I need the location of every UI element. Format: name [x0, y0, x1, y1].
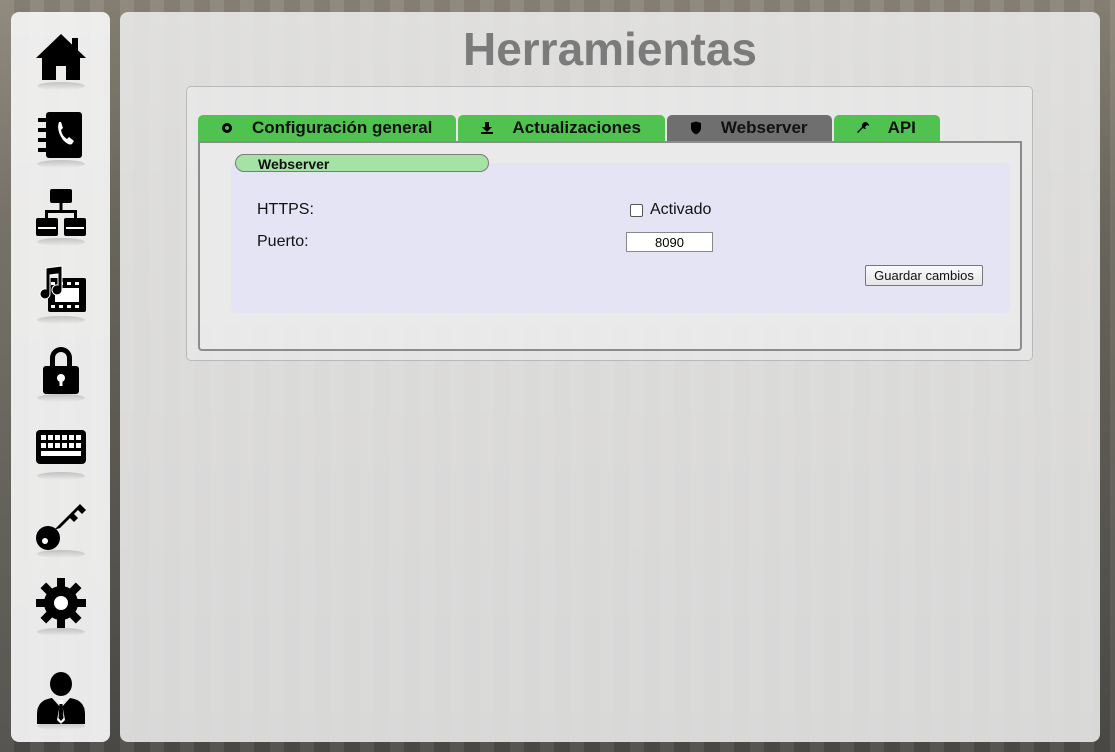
webserver-panel: HTTPS: Activado Puerto: Guardar cambios … — [198, 141, 1022, 351]
shield-icon — [689, 121, 703, 135]
multimedia-icon — [39, 265, 86, 312]
tab-configuracion-general[interactable]: Configuración general — [198, 115, 457, 141]
key-icon — [35, 504, 86, 550]
tab-actualizaciones[interactable]: Actualizaciones — [458, 115, 665, 141]
webserver-section: HTTPS: Activado Puerto: Guardar cambios — [231, 163, 1010, 313]
sidebar-item-security[interactable] — [11, 334, 110, 404]
section-title: Webserver — [235, 154, 489, 172]
tab-label: Actualizaciones — [512, 118, 641, 137]
download-icon — [480, 121, 494, 135]
tab-label: API — [887, 118, 916, 137]
tab-bar: Configuración general Actualizaciones We… — [198, 115, 940, 141]
port-label: Puerto: — [257, 233, 309, 250]
https-checkbox[interactable] — [630, 203, 643, 217]
tab-webserver[interactable]: Webserver — [666, 115, 832, 141]
home-icon — [35, 34, 86, 80]
tab-api[interactable]: API — [833, 115, 940, 141]
page-title: Herramientas — [462, 23, 758, 75]
lock-icon — [42, 347, 79, 394]
gear-small-icon — [220, 121, 234, 135]
https-label: HTTPS: — [257, 201, 314, 218]
network-icon — [35, 189, 86, 236]
sidebar-item-network[interactable] — [11, 178, 110, 248]
save-button[interactable]: Guardar cambios — [865, 265, 983, 286]
tools-card: Configuración general Actualizaciones We… — [186, 86, 1033, 361]
tab-label: Configuración general — [252, 118, 433, 137]
tab-label: Webserver — [720, 118, 808, 137]
https-checkbox-row[interactable]: Activado — [630, 201, 711, 219]
https-checkbox-label: Activado — [650, 201, 712, 218]
wrench-icon — [856, 121, 870, 135]
phonebook-icon — [37, 112, 82, 158]
sidebar-item-keyboard[interactable] — [11, 412, 110, 482]
sidebar-item-contacts[interactable] — [11, 100, 110, 170]
user-icon — [36, 672, 85, 724]
main-panel: Herramientas Configuración general Actua… — [120, 12, 1100, 742]
sidebar-item-multimedia[interactable] — [11, 256, 110, 326]
sidebar-item-user[interactable] — [11, 662, 110, 732]
sidebar-item-home[interactable] — [11, 22, 110, 92]
sidebar — [11, 12, 110, 742]
port-input[interactable] — [626, 232, 713, 252]
sidebar-item-settings[interactable] — [11, 568, 110, 638]
sidebar-item-keys[interactable] — [11, 490, 110, 560]
gear-icon — [35, 578, 86, 628]
keyboard-icon — [35, 430, 86, 464]
